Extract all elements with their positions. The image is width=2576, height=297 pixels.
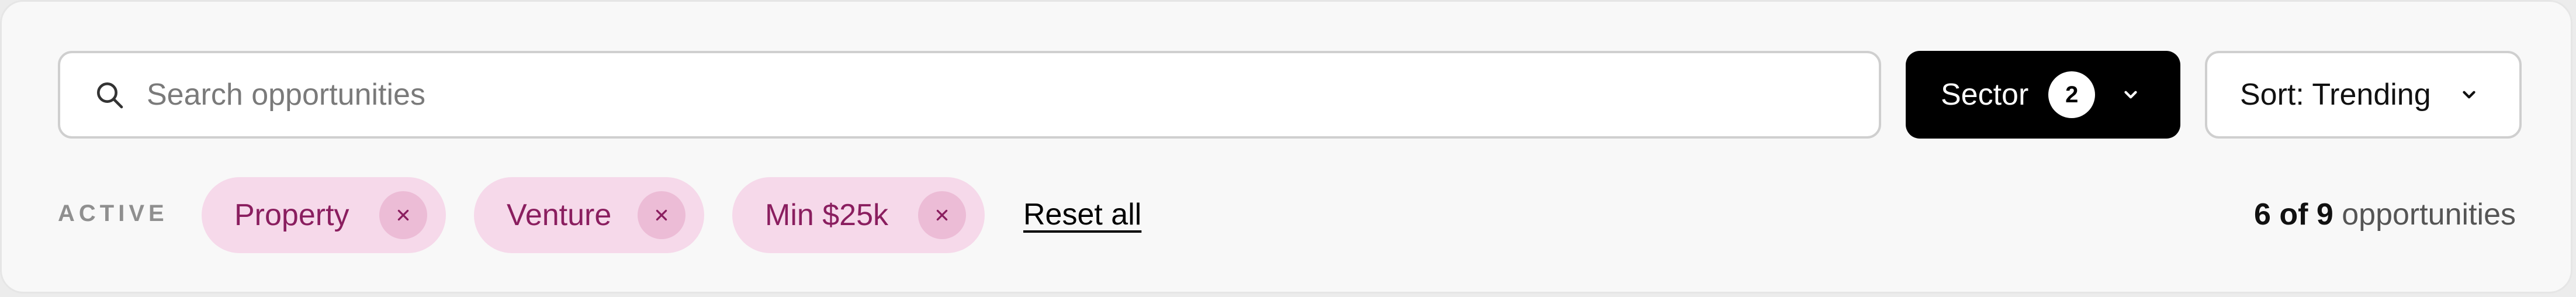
- filter-chip-label: Min $25k: [765, 198, 888, 232]
- filter-chip-property: Property: [202, 177, 446, 253]
- sector-count-badge: 2: [2048, 71, 2096, 118]
- results-count: 6 of 9 opportunities: [2254, 197, 2516, 232]
- filter-chip-venture: Venture: [474, 177, 704, 253]
- sector-filter-button[interactable]: Sector 2: [1906, 51, 2180, 139]
- sort-dropdown-label: Sort: Trending: [2240, 78, 2431, 112]
- results-total: 9: [2316, 198, 2333, 232]
- close-icon[interactable]: [638, 191, 685, 239]
- chevron-down-icon: [2121, 85, 2141, 105]
- chevron-down-icon: [2459, 85, 2479, 105]
- close-icon[interactable]: [918, 191, 966, 239]
- sort-dropdown[interactable]: Sort: Trending: [2205, 51, 2522, 139]
- reset-all-link[interactable]: Reset all: [1023, 197, 1141, 232]
- search-input[interactable]: [147, 77, 1841, 112]
- active-filters-label: ACTIVE: [58, 201, 168, 226]
- filter-toolbar: Sector 2 Sort: Trending ACTIVE Property …: [0, 0, 2572, 293]
- sector-button-label: Sector: [1941, 78, 2029, 112]
- results-noun: opportunities: [2342, 198, 2516, 232]
- close-icon[interactable]: [379, 191, 427, 239]
- search-box[interactable]: [58, 51, 1881, 139]
- results-of: of: [2279, 198, 2308, 232]
- filter-chip-label: Venture: [507, 198, 612, 232]
- results-shown: 6: [2253, 198, 2271, 232]
- filter-chip-label: Property: [234, 198, 349, 232]
- filter-chip-min-amount: Min $25k: [732, 177, 985, 253]
- search-icon: [93, 78, 126, 111]
